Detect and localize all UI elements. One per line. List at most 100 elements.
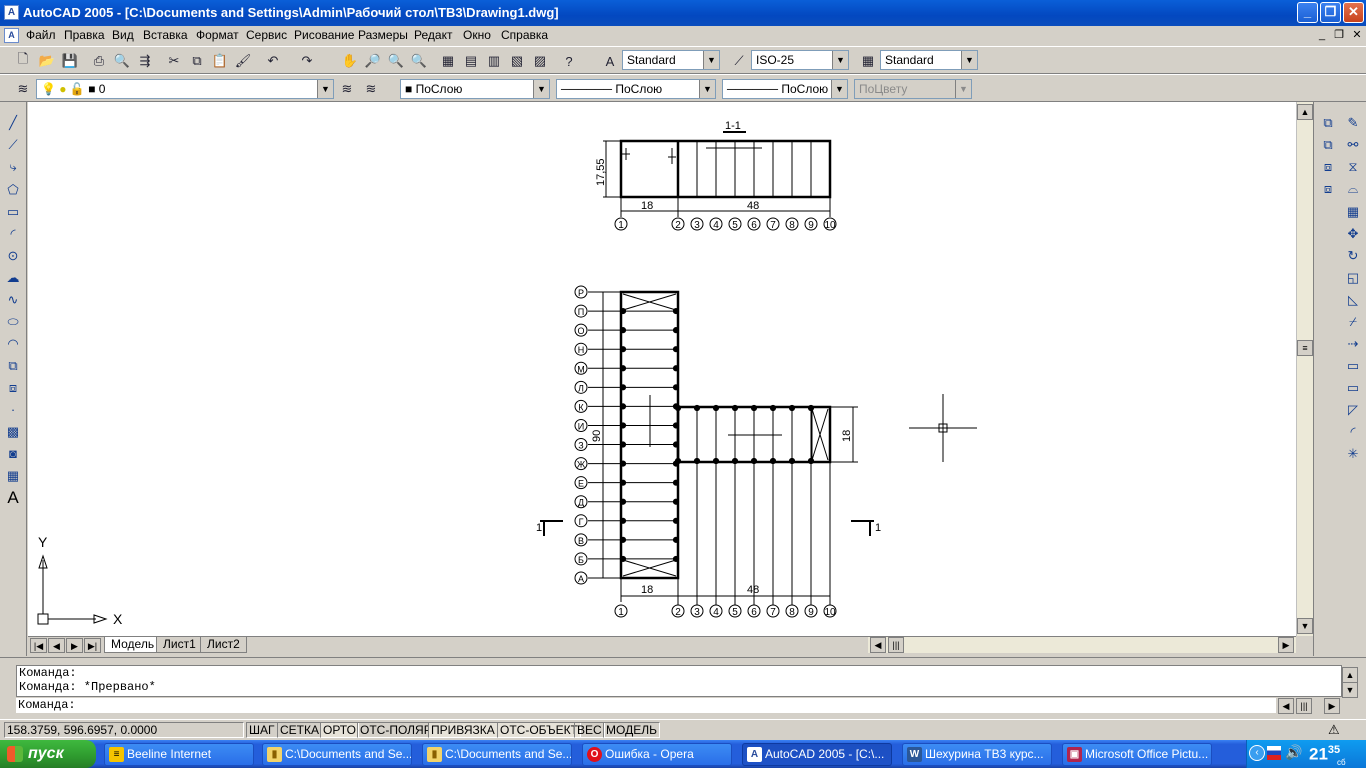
pan-icon[interactable]: ✋: [339, 50, 361, 72]
menu-view[interactable]: Вид: [112, 28, 134, 42]
polar-toggle[interactable]: ОТС-ПОЛЯР: [357, 722, 435, 738]
minimize-button[interactable]: _: [1297, 2, 1318, 23]
extend-icon[interactable]: ⇢: [1342, 333, 1364, 354]
coordinate-display[interactable]: 158.3759, 596.6957, 0.0000: [4, 722, 244, 738]
command-scroll-thumb[interactable]: |||: [1296, 698, 1312, 714]
mirror-icon[interactable]: ⧖: [1342, 156, 1364, 177]
text-style-select[interactable]: Standard ▼: [622, 50, 720, 70]
help-icon[interactable]: ?: [558, 50, 580, 72]
menu-help[interactable]: Справка: [501, 28, 548, 42]
drawing-area[interactable]: 1 2 3 4 5 6 7 8 9 10 1 2 3 4 5 6 7 8 9 10 РПОНМЛКИЗЖЕДГВБА: [28, 102, 1296, 636]
rectangle-icon[interactable]: ▭: [2, 201, 24, 222]
start-button[interactable]: пуск: [0, 740, 96, 768]
line-icon[interactable]: ╱: [2, 112, 24, 133]
polygon-icon[interactable]: ⬠: [2, 179, 24, 200]
break-at-point-icon[interactable]: ▭: [1342, 355, 1364, 376]
scroll-thumb[interactable]: |||: [888, 637, 904, 653]
open-file-icon[interactable]: 📂: [36, 50, 58, 72]
tool-palettes-icon[interactable]: ▥: [483, 50, 505, 72]
dim-style-icon[interactable]: ⟋: [728, 50, 750, 72]
menu-format[interactable]: Формат: [196, 28, 239, 42]
scroll-thumb[interactable]: ≡: [1297, 340, 1313, 356]
construction-line-icon[interactable]: ⟋: [2, 134, 24, 155]
table-icon[interactable]: ▦: [2, 465, 24, 486]
point-icon[interactable]: ·: [2, 399, 24, 420]
plot-icon[interactable]: ⎙: [88, 50, 110, 72]
design-center-icon[interactable]: ▤: [460, 50, 482, 72]
erase-icon[interactable]: ✎: [1342, 112, 1364, 133]
text-style-icon[interactable]: A: [599, 50, 621, 72]
break-icon[interactable]: ▭: [1342, 377, 1364, 398]
insert-block-icon[interactable]: ⧉: [2, 355, 24, 376]
layer-select[interactable]: 💡 ● 🔓 ■ 0 ▼: [36, 79, 334, 99]
color-select[interactable]: ■ ПоСлою ▼: [400, 79, 550, 99]
tab-layout2[interactable]: Лист2: [200, 637, 247, 653]
close-button[interactable]: ✕: [1343, 2, 1364, 23]
draw-order-front-icon[interactable]: ⧉: [1317, 112, 1339, 133]
autocad-app-icon[interactable]: A: [4, 5, 19, 20]
explode-icon[interactable]: ✳: [1342, 443, 1364, 464]
table-style-icon[interactable]: ▦: [857, 50, 879, 72]
rotate-icon[interactable]: ↻: [1342, 245, 1364, 266]
linetype-select[interactable]: ────── ПоСлою ▼: [556, 79, 716, 99]
doc-restore-button[interactable]: ❐: [1331, 29, 1347, 43]
lineweight-toggle[interactable]: ВЕС: [574, 722, 605, 738]
taskbar-item-opera[interactable]: O Ошибка - Opera: [582, 743, 732, 766]
command-input[interactable]: Команда:: [16, 698, 1276, 713]
language-flag-icon[interactable]: [1267, 746, 1281, 760]
properties-icon[interactable]: ▦: [437, 50, 459, 72]
zoom-previous-icon[interactable]: 🔍: [408, 50, 430, 72]
taskbar-item-folder-2[interactable]: ▮ C:\Documents and Se...: [422, 743, 572, 766]
trim-icon[interactable]: ⌿: [1342, 311, 1364, 332]
layer-previous-icon[interactable]: ≋: [360, 78, 382, 100]
snap-toggle[interactable]: ШАГ: [246, 722, 278, 738]
circle-icon[interactable]: ⊙: [2, 245, 24, 266]
otrack-toggle[interactable]: ОТС-ОБЪЕКТ: [497, 722, 581, 738]
scale-icon[interactable]: ◱: [1342, 267, 1364, 288]
publish-icon[interactable]: ⇶: [134, 50, 156, 72]
tab-model[interactable]: Модель: [104, 637, 162, 653]
make-current-layer-icon[interactable]: ≋: [336, 78, 358, 100]
plot-preview-icon[interactable]: 🔍: [111, 50, 133, 72]
model-toggle[interactable]: МОДЕЛЬ: [603, 722, 660, 738]
volume-icon[interactable]: 🔊: [1285, 744, 1302, 761]
region-icon[interactable]: ◙: [2, 443, 24, 464]
communication-center-icon[interactable]: ⚠: [1328, 722, 1340, 738]
revision-cloud-icon[interactable]: ☁: [2, 267, 24, 288]
bring-above-icon[interactable]: ⧈: [1317, 156, 1339, 177]
move-icon[interactable]: ✥: [1342, 223, 1364, 244]
taskbar-item-beeline[interactable]: ≡ Beeline Internet: [104, 743, 254, 766]
cut-icon[interactable]: ✂: [163, 50, 185, 72]
zoom-window-icon[interactable]: 🔍: [385, 50, 407, 72]
prev-tab-icon[interactable]: ◀: [48, 638, 65, 653]
hatch-icon[interactable]: ▩: [2, 421, 24, 442]
document-icon[interactable]: A: [4, 28, 19, 43]
undo-icon[interactable]: ↶: [262, 50, 284, 72]
ellipse-icon[interactable]: ⬭: [2, 311, 24, 332]
scroll-down-icon[interactable]: ▼: [1297, 618, 1313, 634]
menu-window[interactable]: Окно: [463, 28, 491, 42]
menu-dimension[interactable]: Размеры: [358, 28, 408, 42]
sheet-set-icon[interactable]: ▧: [506, 50, 528, 72]
first-tab-icon[interactable]: |◀: [30, 638, 47, 653]
stretch-icon[interactable]: ◺: [1342, 289, 1364, 310]
menu-edit[interactable]: Правка: [64, 28, 105, 42]
paste-icon[interactable]: 📋: [209, 50, 231, 72]
polyline-icon[interactable]: ⤷: [2, 156, 24, 177]
tab-layout1[interactable]: Лист1: [156, 637, 203, 653]
next-tab-icon[interactable]: ▶: [66, 638, 83, 653]
array-icon[interactable]: ▦: [1342, 201, 1364, 222]
match-properties-icon[interactable]: 🖌: [232, 50, 254, 72]
new-file-icon[interactable]: 🗋: [12, 50, 34, 72]
command-scroll-left-icon[interactable]: ◀: [1278, 698, 1294, 714]
command-scroll-down-icon[interactable]: ▼: [1342, 682, 1358, 698]
fillet-icon[interactable]: ◜: [1342, 421, 1364, 442]
draw-order-back-icon[interactable]: ⧉: [1317, 134, 1339, 155]
dim-style-select[interactable]: ISO-25 ▼: [751, 50, 849, 70]
spline-icon[interactable]: ∿: [2, 289, 24, 310]
doc-minimize-button[interactable]: _: [1314, 29, 1330, 43]
osnap-toggle[interactable]: ПРИВЯЗКА: [428, 722, 498, 738]
scroll-right-icon[interactable]: ▶: [1278, 637, 1294, 653]
lineweight-select[interactable]: ────── ПоСлою ▼: [722, 79, 848, 99]
taskbar-item-folder-1[interactable]: ▮ C:\Documents and Se...: [262, 743, 412, 766]
